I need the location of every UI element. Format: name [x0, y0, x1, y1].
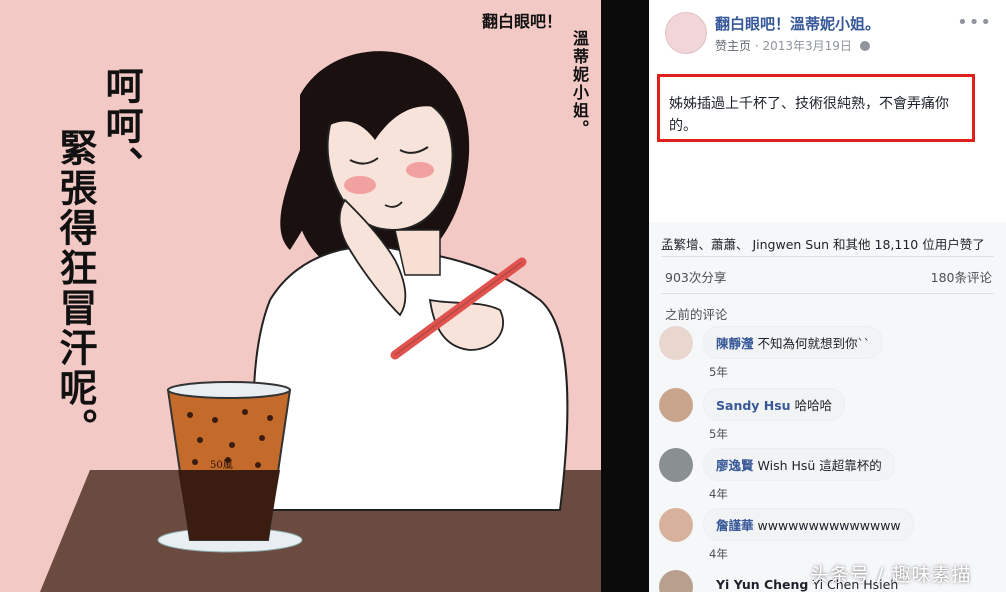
comment-item: 廖逸賢 Wish Hsü 這超靠杯的 4年 — [659, 448, 999, 501]
comment-author[interactable]: Sandy Hsu — [716, 398, 791, 413]
post-date[interactable]: 2013年3月19日 — [762, 39, 851, 53]
divider — [661, 293, 994, 294]
comments-count[interactable]: 180条评论 — [931, 267, 992, 286]
post-meta: 赞主页 · 2013年3月19日 — [715, 37, 870, 54]
divider — [661, 256, 994, 257]
comment-time[interactable]: 5年 — [709, 364, 728, 380]
comment-author[interactable]: 廖逸賢 — [716, 458, 754, 473]
post-text: 姊姊插過上千杯了、技術很純熟，不會弄痛你的。 — [657, 74, 975, 142]
comment-text: 哈哈哈 — [794, 398, 833, 413]
more-dots-icon[interactable]: ••• — [957, 12, 992, 33]
image-title: 翻白眼吧！ — [482, 12, 563, 31]
comment-bubble: 陳靜瀅 不知為何就想到你`` — [703, 326, 884, 359]
comment-author[interactable]: Yi Yun Cheng — [716, 577, 808, 592]
caption-line-1: 呵呵、 — [99, 66, 144, 186]
comment-text: wwwwwwwwwwwwww — [757, 518, 901, 533]
avatar[interactable] — [659, 326, 693, 360]
comment-bubble: Sandy Hsu 哈哈哈 — [703, 388, 846, 421]
comment-text: Wish Hsü 這超靠杯的 — [757, 458, 882, 473]
avatar[interactable] — [659, 570, 693, 592]
shares-count[interactable]: 903次分享 — [665, 267, 726, 286]
comment-time[interactable]: 4年 — [709, 546, 728, 562]
avatar[interactable] — [659, 448, 693, 482]
globe-icon — [859, 41, 870, 51]
comment-author[interactable]: 詹謹華 — [716, 518, 754, 533]
comment-time[interactable]: 5年 — [709, 426, 728, 442]
watermark: 头条号 / 趣味素描 — [810, 564, 972, 586]
comment-bubble: 詹謹華 wwwwwwwwwwwwww — [703, 508, 914, 541]
comment-time[interactable]: 4年 — [709, 486, 728, 502]
like-page-link[interactable]: 赞主页 — [715, 39, 751, 53]
comment-text: 不知為何就想到你`` — [757, 336, 871, 351]
comment-item: 陳靜瀅 不知為何就想到你`` 5年 — [659, 326, 999, 379]
post-image[interactable]: 50嵐 呵呵、 緊張得狂冒汗呢。 翻白眼吧！ 溫蒂妮小姐。 — [0, 0, 601, 592]
comment-author[interactable]: 陳靜瀅 — [716, 336, 754, 351]
cup-label: 50嵐 — [210, 459, 233, 471]
comment-bubble: 廖逸賢 Wish Hsü 這超靠杯的 — [703, 448, 895, 481]
previous-comments-link[interactable]: 之前的评论 — [665, 304, 728, 323]
likes-summary[interactable]: 孟繁增、蕭蕭、 Jingwen Sun 和其他 18,110 位用户赞了 — [661, 234, 985, 253]
avatar[interactable] — [659, 388, 693, 422]
comment-item: Sandy Hsu 哈哈哈 5年 — [659, 388, 999, 441]
avatar[interactable] — [659, 508, 693, 542]
comment-item: 詹謹華 wwwwwwwwwwwwww 4年 — [659, 508, 999, 561]
viewer-gap — [601, 0, 649, 592]
page-avatar[interactable] — [665, 12, 707, 54]
image-signature: 溫蒂妮小姐。 — [570, 30, 589, 138]
caption-line-2: 緊張得狂冒汗呢。 — [53, 128, 98, 448]
page-name-link[interactable]: 翻白眼吧！溫蒂妮小姐。 — [715, 13, 880, 34]
post-panel: 翻白眼吧！溫蒂妮小姐。 赞主页 · 2013年3月19日 ••• 姊姊插過上千杯… — [649, 0, 1006, 592]
